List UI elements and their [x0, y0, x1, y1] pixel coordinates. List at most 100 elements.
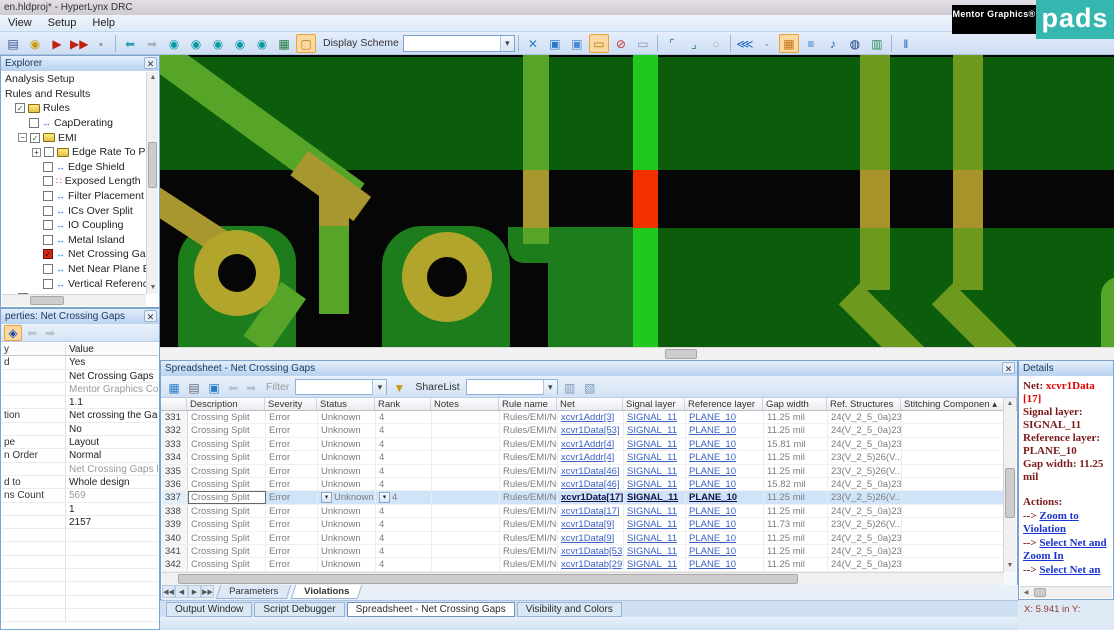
row-number[interactable]: 331 [162, 411, 188, 423]
net-link[interactable]: xcvr1Data[9] [561, 519, 614, 530]
tree-item[interactable]: ↔Net Near Plane Edge [2, 262, 146, 277]
cell-notes[interactable] [432, 451, 500, 463]
notes-icon[interactable]: ♪ [823, 34, 843, 53]
row-number[interactable]: 332 [162, 424, 188, 436]
cell-severity[interactable]: Error [266, 558, 318, 570]
scroll-down-icon[interactable]: ▼ [1004, 560, 1016, 572]
filter-combo[interactable]: ▾ [295, 379, 387, 395]
net-link[interactable]: xcvr1Datab[53] [561, 546, 624, 557]
property-row[interactable]: No [2, 423, 158, 436]
violation-row[interactable]: 331Crossing SplitErrorUnknown4Rules/EMI/… [162, 411, 1004, 424]
cell-severity[interactable]: Error [266, 532, 318, 544]
net-link[interactable]: xcvr1Data[46] [561, 466, 620, 477]
canvas-horizontal-scrollbar[interactable] [160, 347, 1114, 360]
tree-item[interactable]: ↔Filter Placement [2, 189, 146, 204]
cell-severity[interactable]: Error [266, 465, 318, 477]
reference-layer-link[interactable]: PLANE_10 [689, 559, 736, 570]
cell-notes[interactable] [432, 438, 500, 450]
expander-icon[interactable]: + [32, 148, 41, 157]
checkbox-icon[interactable] [43, 220, 53, 230]
freeze-columns-icon[interactable]: ▥ [561, 378, 579, 395]
cell-notes[interactable] [432, 558, 500, 570]
board-view-icon[interactable]: ▦ [274, 34, 294, 53]
cell-severity[interactable]: Error [266, 491, 318, 503]
tree-item[interactable]: Analysis Setup [2, 72, 146, 87]
zoom-out-icon[interactable]: ◉ [186, 34, 206, 53]
chevron-down-icon[interactable]: ▾ [543, 380, 557, 395]
cell-status[interactable]: Unknown [318, 438, 376, 450]
trace-route-up-icon[interactable]: ⌜ [662, 34, 682, 53]
chevron-down-icon[interactable]: ▾ [500, 36, 514, 51]
signal-layer-link[interactable]: SIGNAL_11 [627, 546, 677, 557]
zoom-previous-icon[interactable]: ◉ [230, 34, 250, 53]
signal-layer-link[interactable]: SIGNAL_11 [627, 412, 677, 423]
scrollbar-thumb[interactable] [178, 574, 798, 584]
cell-rank[interactable]: ▾4 [376, 491, 432, 503]
chevron-down-icon[interactable]: ▾ [372, 380, 386, 395]
signal-layer-link[interactable]: SIGNAL_11 [627, 466, 677, 477]
scroll-down-icon[interactable]: ▼ [147, 282, 159, 294]
select-net-icon[interactable]: ▣ [545, 34, 565, 53]
scrollbar-thumb[interactable] [1005, 468, 1015, 518]
checkbox-icon[interactable] [44, 147, 54, 157]
column-header-net[interactable]: Net [557, 398, 623, 410]
property-row[interactable]: peLayout [2, 436, 158, 449]
cell-rank[interactable]: 4 [376, 424, 432, 436]
property-row[interactable]: Net Crossing Gaps [2, 370, 158, 383]
row-number[interactable]: 337 [162, 491, 188, 503]
net-link[interactable]: xcvr1Addr[3] [561, 412, 614, 423]
window-tab-output-window[interactable]: Output Window [166, 602, 252, 617]
highlight-box-icon[interactable]: ▢ [296, 34, 316, 53]
scroll-left-icon[interactable]: ◀ [1020, 587, 1032, 599]
reference-layer-link[interactable]: PLANE_10 [689, 452, 736, 463]
checkbox-icon[interactable] [43, 176, 53, 186]
property-row[interactable]: tionNet crossing the Gap... [2, 409, 158, 422]
violation-row[interactable]: 337Crossing SplitError▾Unknown▾4Rules/EM… [162, 491, 1004, 504]
row-number[interactable]: 334 [162, 451, 188, 463]
column-header-signal-layer[interactable]: Signal layer [623, 398, 685, 410]
copy-icon[interactable]: ▣ [205, 378, 223, 395]
scrollbar-thumb[interactable] [30, 296, 64, 305]
sheet-tab-parameters[interactable]: Parameters [216, 585, 292, 599]
net-link[interactable]: xcvr1Data[17] [561, 506, 620, 517]
cell-severity[interactable]: Error [266, 411, 318, 423]
cell-status[interactable]: Unknown [318, 465, 376, 477]
cell-description[interactable]: Crossing Split [188, 545, 266, 557]
dropdown-icon[interactable]: ▾ [321, 492, 332, 503]
cell-rank[interactable]: 4 [376, 438, 432, 450]
chart-icon[interactable]: ▥ [867, 34, 887, 53]
checkbox-icon[interactable]: ✓ [30, 133, 40, 143]
violation-row[interactable]: 336Crossing SplitErrorUnknown4Rules/EMI/… [162, 478, 1004, 491]
cell-notes[interactable] [432, 505, 500, 517]
layers-icon[interactable]: ≡ [801, 34, 821, 53]
signal-layer-link[interactable]: SIGNAL_11 [627, 559, 677, 570]
violation-row[interactable]: 332Crossing SplitErrorUnknown4Rules/EMI/… [162, 424, 1004, 437]
net-link[interactable]: xcvr1Data[53] [561, 425, 620, 436]
details-horizontal-scrollbar[interactable]: ◀ [1020, 586, 1112, 598]
find-icon[interactable]: ◉ [25, 34, 45, 53]
window-tab-spreadsheet-net-crossing-gaps[interactable]: Spreadsheet - Net Crossing Gaps [347, 602, 515, 617]
column-header-rank[interactable]: Rank [375, 398, 431, 410]
forward-icon[interactable]: ➡ [243, 378, 259, 395]
cell-status[interactable]: Unknown [318, 532, 376, 544]
cell-status[interactable]: Unknown [318, 424, 376, 436]
stop-icon[interactable]: ▪ [91, 34, 111, 53]
net-link[interactable]: xcvr1Data[9] [561, 533, 614, 544]
property-row[interactable]: dYes [2, 356, 158, 369]
cell-severity[interactable]: Error [266, 505, 318, 517]
no-probe-icon[interactable]: ⊘ [611, 34, 631, 53]
action-link[interactable]: Select Net an [1039, 564, 1100, 576]
property-row[interactable]: 2157 [2, 516, 158, 529]
reference-layer-link[interactable]: PLANE_10 [689, 439, 736, 450]
signal-layer-link[interactable]: SIGNAL_11 [627, 492, 678, 503]
column-header-severity[interactable]: Severity [265, 398, 317, 410]
tree-item[interactable]: +Edge Rate To Period [2, 145, 146, 160]
column-header-description[interactable]: Description [187, 398, 265, 410]
cell-description[interactable]: Crossing Split [188, 518, 266, 530]
violation-row[interactable]: 334Crossing SplitErrorUnknown4Rules/EMI/… [162, 451, 1004, 464]
cell-severity[interactable]: Error [266, 545, 318, 557]
signal-layer-link[interactable]: SIGNAL_11 [627, 533, 677, 544]
signal-layer-link[interactable]: SIGNAL_11 [627, 452, 677, 463]
reference-layer-link[interactable]: PLANE_10 [689, 546, 736, 557]
expander-icon[interactable]: − [18, 133, 27, 142]
